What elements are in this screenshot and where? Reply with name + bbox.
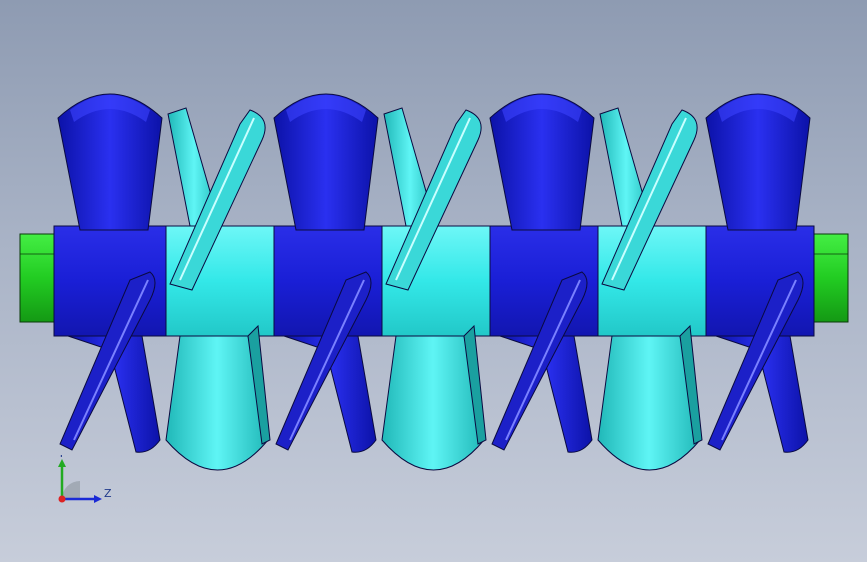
cyan-lower-paddle-1 <box>165 324 271 471</box>
cad-viewport[interactable]: Y Z <box>0 0 867 562</box>
blue-upper-paddle-2 <box>273 93 379 231</box>
agitator-shaft-model[interactable] <box>0 0 867 562</box>
cyan-lower-paddles[interactable] <box>165 324 703 471</box>
cyan-lower-paddle-3 <box>597 324 703 471</box>
blue-upper-paddle-4 <box>705 93 811 231</box>
z-axis-label: Z <box>104 487 112 500</box>
blue-upper-paddle-3 <box>489 93 595 231</box>
origin-icon <box>62 481 80 499</box>
shaft-end-left[interactable] <box>19 233 57 323</box>
cyan-lower-paddle-2 <box>381 324 487 471</box>
shaft-end-right[interactable] <box>811 233 849 323</box>
y-axis-label: Y <box>57 455 65 460</box>
shaft[interactable] <box>53 225 815 337</box>
blue-upper-paddle-1 <box>57 93 163 231</box>
orientation-triad: Y Z <box>57 455 112 503</box>
